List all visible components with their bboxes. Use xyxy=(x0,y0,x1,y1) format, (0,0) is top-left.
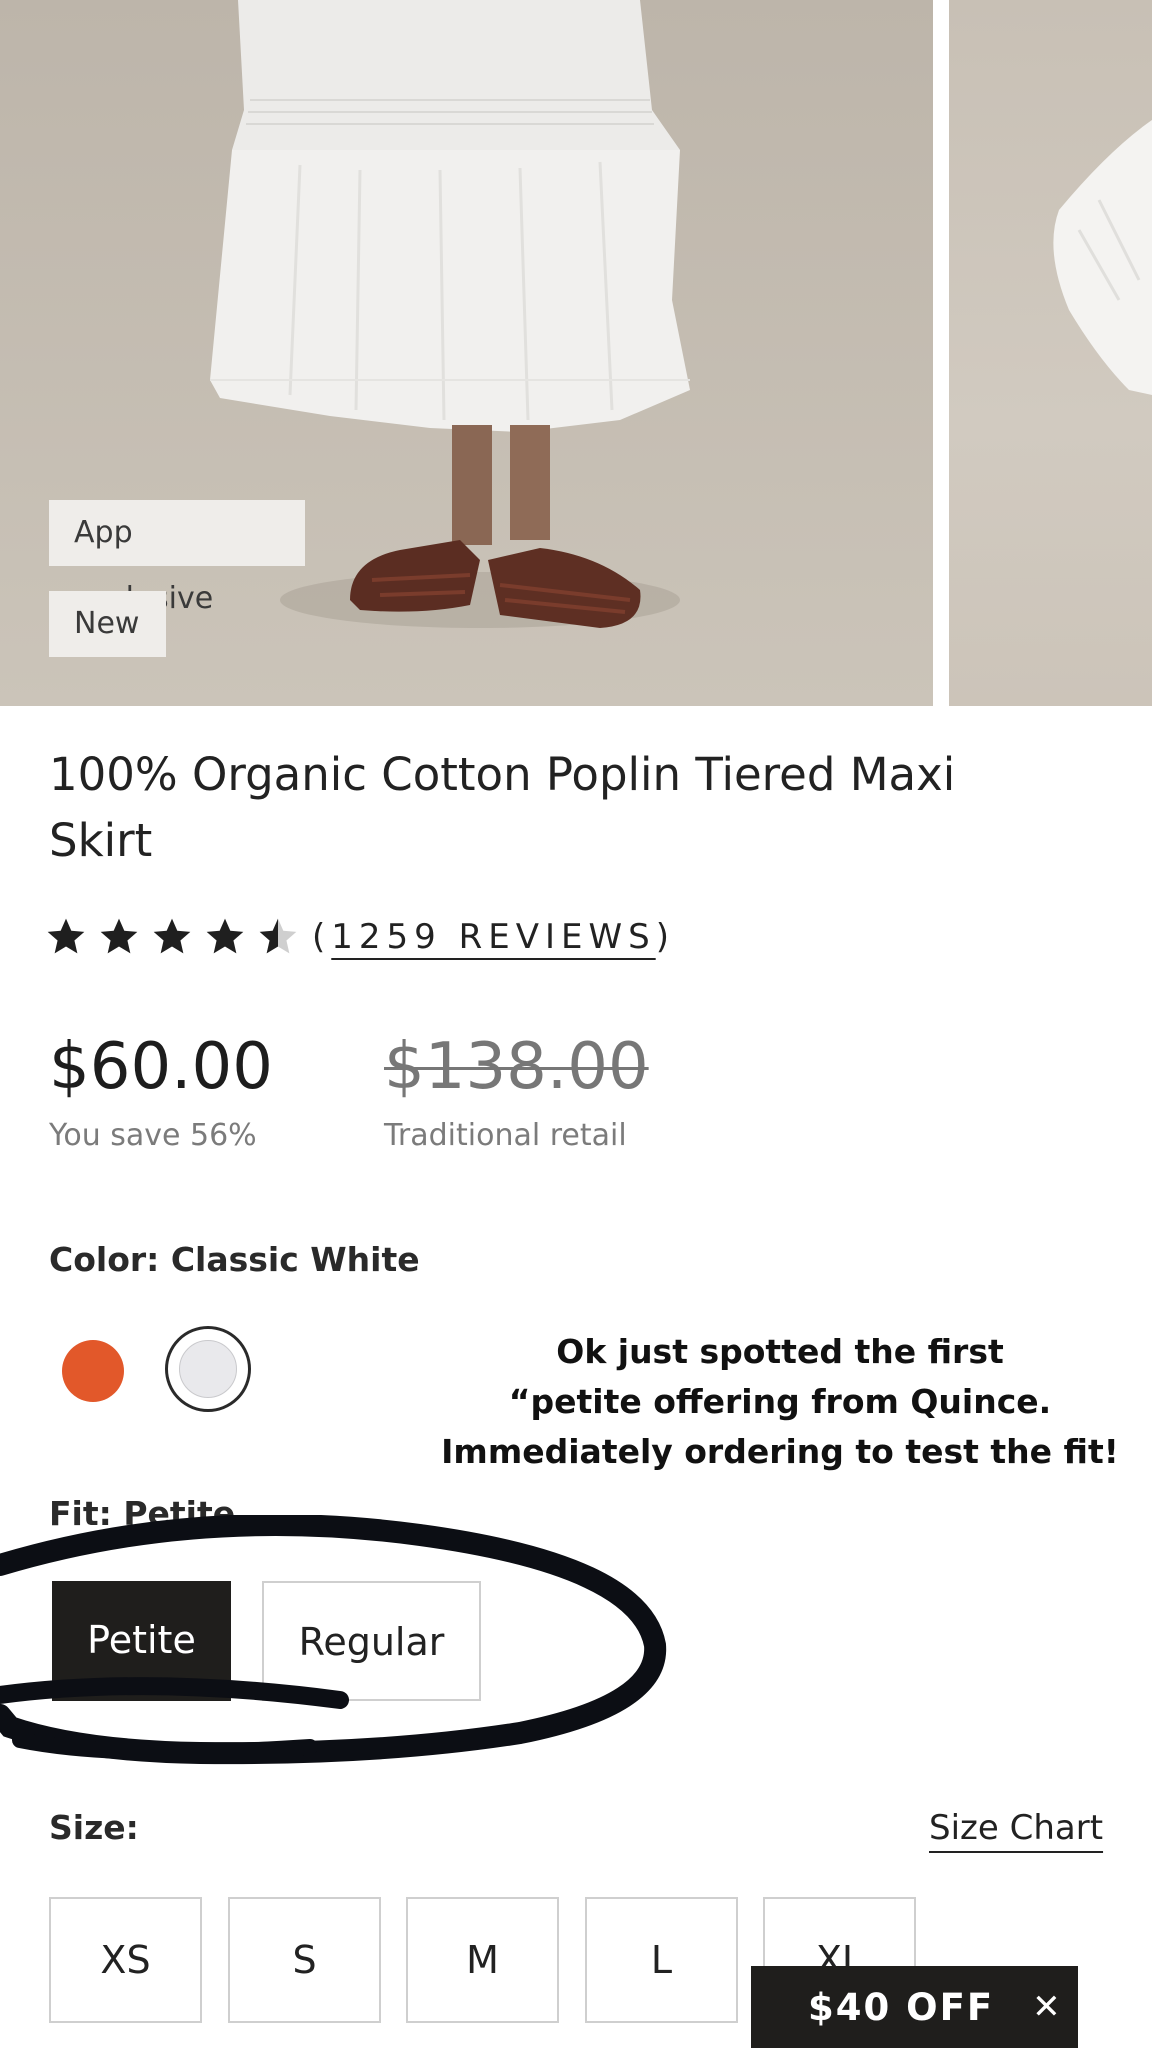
size-option-m[interactable]: M xyxy=(406,1897,559,2023)
close-icon[interactable]: ✕ xyxy=(1032,1990,1061,2024)
promo-banner[interactable]: $40 OFF ✕ xyxy=(751,1966,1078,2048)
size-option-xs[interactable]: XS xyxy=(49,1897,202,2023)
product-photo-main[interactable]: App exclusive New xyxy=(0,0,933,706)
color-label: Color: Classic White xyxy=(49,1240,420,1279)
reviews-close-paren: ) xyxy=(655,917,675,957)
star-rating xyxy=(44,915,300,959)
color-swatch-classic-white[interactable] xyxy=(165,1326,251,1412)
fit-option-regular[interactable]: Regular xyxy=(262,1581,481,1701)
reviews-link[interactable]: (1259 REVIEWS) xyxy=(312,917,675,957)
fit-option-petite[interactable]: Petite xyxy=(52,1581,231,1701)
annotation-line-2: “petite offering from Quince. xyxy=(508,1382,1052,1421)
rating-row[interactable]: (1259 REVIEWS) xyxy=(44,912,675,962)
color-swatch-white-fill xyxy=(179,1340,237,1398)
app-exclusive-badge: App exclusive xyxy=(49,500,305,616)
annotation-line-1: Ok just spotted the first xyxy=(556,1332,1004,1371)
promo-text[interactable]: $40 OFF xyxy=(808,1986,994,2029)
star-full-icon xyxy=(153,918,191,954)
star-full-icon xyxy=(206,918,244,954)
reviews-count[interactable]: 1259 REVIEWS xyxy=(331,917,655,957)
fit-label: Fit: Petite xyxy=(49,1494,236,1533)
star-full-icon xyxy=(100,918,138,954)
current-price: $60.00 xyxy=(49,1030,273,1104)
color-swatch-orange[interactable] xyxy=(62,1340,124,1402)
annotation-line-3: Immediately ordering to test the fit! xyxy=(441,1432,1119,1471)
product-title: 100% Organic Cotton Poplin Tiered Maxi S… xyxy=(49,748,956,867)
savings-note: You save 56% xyxy=(49,1118,257,1153)
next-photo-preview xyxy=(1053,120,1152,395)
new-badge: New xyxy=(49,591,166,657)
original-price-note: Traditional retail xyxy=(384,1118,627,1153)
reviews-open-paren: ( xyxy=(312,917,332,957)
annotation-text: Ok just spotted the first “petite offeri… xyxy=(440,1327,1120,1477)
size-label: Size: xyxy=(49,1808,139,1847)
star-half-icon xyxy=(259,918,297,954)
product-photo-next[interactable] xyxy=(949,0,1152,706)
size-option-s[interactable]: S xyxy=(228,1897,381,2023)
original-price: $138.00 xyxy=(384,1030,649,1104)
star-full-icon xyxy=(47,918,85,954)
size-option-l[interactable]: L xyxy=(585,1897,738,2023)
size-chart-link[interactable]: Size Chart xyxy=(929,1808,1103,1848)
product-image-gallery[interactable]: App exclusive New xyxy=(0,0,1152,706)
